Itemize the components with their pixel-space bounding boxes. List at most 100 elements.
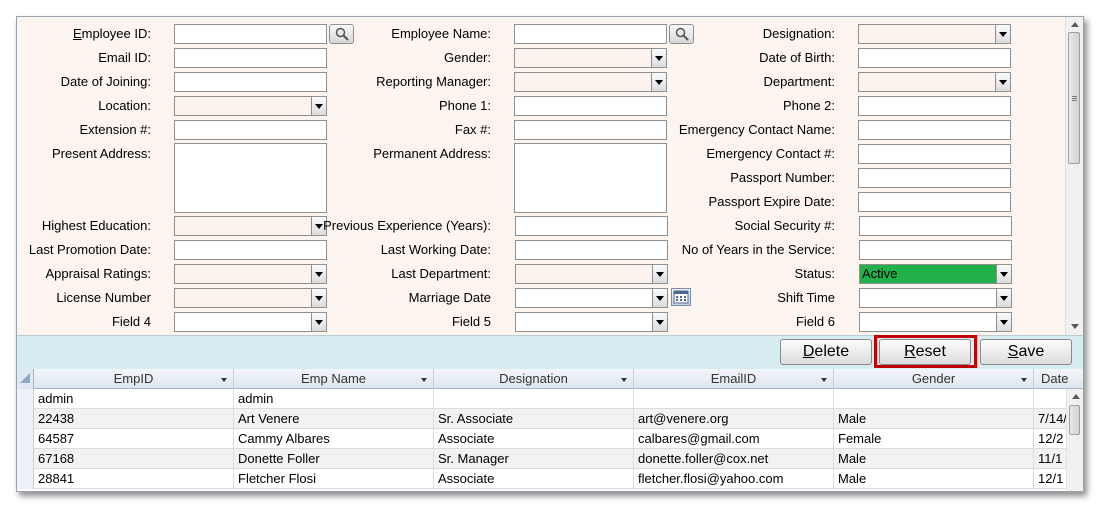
row-selector[interactable] — [17, 469, 34, 489]
phone1-input[interactable] — [514, 96, 667, 116]
cell-emailid[interactable]: donette.foller@cox.net — [634, 449, 834, 469]
chevron-down-icon[interactable] — [996, 313, 1011, 331]
designation-select[interactable] — [858, 24, 1011, 44]
column-header-empid[interactable]: EmpID — [34, 369, 234, 389]
cell-empid[interactable]: 64587 — [34, 429, 234, 449]
cell-date[interactable] — [1034, 389, 1067, 409]
location-select[interactable] — [174, 96, 327, 116]
field4-select[interactable] — [174, 312, 327, 332]
department-select[interactable] — [858, 72, 1011, 92]
table-row[interactable]: 28841 Fletcher Flosi Associate fletcher.… — [17, 469, 1067, 489]
passport-expire-date-input[interactable] — [858, 192, 1011, 212]
cell-emp-name[interactable]: admin — [234, 389, 434, 409]
emergency-contact-number-input[interactable] — [858, 144, 1011, 164]
cell-empid[interactable]: 28841 — [34, 469, 234, 489]
employee-name-input[interactable] — [514, 24, 667, 44]
cell-emailid[interactable]: art@venere.org — [634, 409, 834, 429]
scroll-thumb[interactable] — [1068, 32, 1080, 164]
column-header-designation[interactable]: Designation — [434, 369, 634, 389]
extension-input[interactable] — [174, 120, 327, 140]
cell-empid[interactable]: 67168 — [34, 449, 234, 469]
employee-id-search-button[interactable] — [329, 24, 354, 44]
reporting-manager-select[interactable] — [514, 72, 667, 92]
table-row[interactable]: 64587 Cammy Albares Associate calbares@g… — [17, 429, 1067, 449]
row-selector[interactable] — [17, 409, 34, 429]
date-of-birth-input[interactable] — [858, 48, 1011, 68]
email-id-input[interactable] — [174, 48, 327, 68]
chevron-down-icon[interactable] — [652, 289, 667, 307]
last-promotion-date-input[interactable] — [174, 240, 327, 260]
column-header-emailid[interactable]: EmailID — [634, 369, 834, 389]
employee-id-input[interactable] — [174, 24, 327, 44]
scroll-up-button[interactable] — [1067, 389, 1083, 403]
cell-gender[interactable]: Male — [834, 409, 1034, 429]
permanent-address-textarea[interactable] — [514, 143, 667, 213]
chevron-down-icon[interactable] — [311, 265, 326, 283]
cell-emailid[interactable]: fletcher.flosi@yahoo.com — [634, 469, 834, 489]
scroll-down-button[interactable] — [1066, 320, 1083, 335]
cell-date[interactable]: 12/2 — [1034, 429, 1067, 449]
marriage-date-calendar-button[interactable] — [671, 288, 691, 306]
row-selector[interactable] — [17, 429, 34, 449]
row-selector[interactable] — [17, 449, 34, 469]
cell-gender[interactable] — [834, 389, 1034, 409]
chevron-down-icon[interactable] — [651, 73, 666, 91]
datasheet-vertical-scrollbar[interactable] — [1066, 389, 1083, 491]
scroll-thumb[interactable] — [1069, 405, 1080, 435]
cell-emp-name[interactable]: Cammy Albares — [234, 429, 434, 449]
table-row[interactable]: 22438 Art Venere Sr. Associate art@vener… — [17, 409, 1067, 429]
delete-button[interactable]: Delete — [780, 339, 872, 365]
chevron-down-icon[interactable] — [221, 378, 227, 382]
years-in-service-input[interactable] — [859, 240, 1012, 260]
select-all-corner[interactable] — [17, 369, 34, 389]
row-selector[interactable] — [17, 389, 34, 409]
field6-select[interactable] — [859, 312, 1012, 332]
cell-gender[interactable]: Female — [834, 429, 1034, 449]
column-header-emp-name[interactable]: Emp Name — [234, 369, 434, 389]
chevron-down-icon[interactable] — [996, 289, 1011, 307]
cell-date[interactable]: 12/1 — [1034, 469, 1067, 489]
table-row[interactable]: admin admin — [17, 389, 1067, 409]
cell-emailid[interactable]: calbares@gmail.com — [634, 429, 834, 449]
chevron-down-icon[interactable] — [311, 313, 326, 331]
cell-empid[interactable]: 22438 — [34, 409, 234, 429]
chevron-down-icon[interactable] — [1021, 378, 1027, 382]
cell-emp-name[interactable]: Art Venere — [234, 409, 434, 429]
cell-emp-name[interactable]: Fletcher Flosi — [234, 469, 434, 489]
shift-time-select[interactable] — [859, 288, 1012, 308]
cell-emailid[interactable] — [634, 389, 834, 409]
chevron-down-icon[interactable] — [821, 378, 827, 382]
chevron-down-icon[interactable] — [995, 73, 1010, 91]
table-row[interactable]: 67168 Donette Foller Sr. Manager donette… — [17, 449, 1067, 469]
chevron-down-icon[interactable] — [621, 378, 627, 382]
scroll-up-button[interactable] — [1066, 17, 1083, 32]
present-address-textarea[interactable] — [174, 143, 327, 213]
phone2-input[interactable] — [858, 96, 1011, 116]
chevron-down-icon[interactable] — [651, 49, 666, 67]
passport-number-input[interactable] — [858, 168, 1011, 188]
chevron-down-icon[interactable] — [421, 378, 427, 382]
column-header-date[interactable]: Date — [1034, 369, 1083, 389]
last-department-select[interactable] — [515, 264, 668, 284]
cell-designation[interactable]: Associate — [434, 429, 634, 449]
chevron-down-icon[interactable] — [652, 265, 667, 283]
chevron-down-icon[interactable] — [311, 97, 326, 115]
chevron-down-icon[interactable] — [652, 313, 667, 331]
cell-designation[interactable]: Sr. Associate — [434, 409, 634, 429]
cell-empid[interactable]: admin — [34, 389, 234, 409]
cell-designation[interactable]: Associate — [434, 469, 634, 489]
highest-education-select[interactable] — [174, 216, 327, 236]
cell-date[interactable]: 11/1 — [1034, 449, 1067, 469]
field5-select[interactable] — [515, 312, 668, 332]
cell-gender[interactable]: Male — [834, 449, 1034, 469]
gender-select[interactable] — [514, 48, 667, 68]
cell-designation[interactable]: Sr. Manager — [434, 449, 634, 469]
date-of-joining-input[interactable] — [174, 72, 327, 92]
appraisal-ratings-select[interactable] — [174, 264, 327, 284]
chevron-down-icon[interactable] — [995, 25, 1010, 43]
cell-designation[interactable] — [434, 389, 634, 409]
form-vertical-scrollbar[interactable] — [1065, 17, 1083, 335]
emergency-contact-name-input[interactable] — [858, 120, 1011, 140]
status-select[interactable]: Active — [859, 264, 1012, 284]
chevron-down-icon[interactable] — [311, 289, 326, 307]
